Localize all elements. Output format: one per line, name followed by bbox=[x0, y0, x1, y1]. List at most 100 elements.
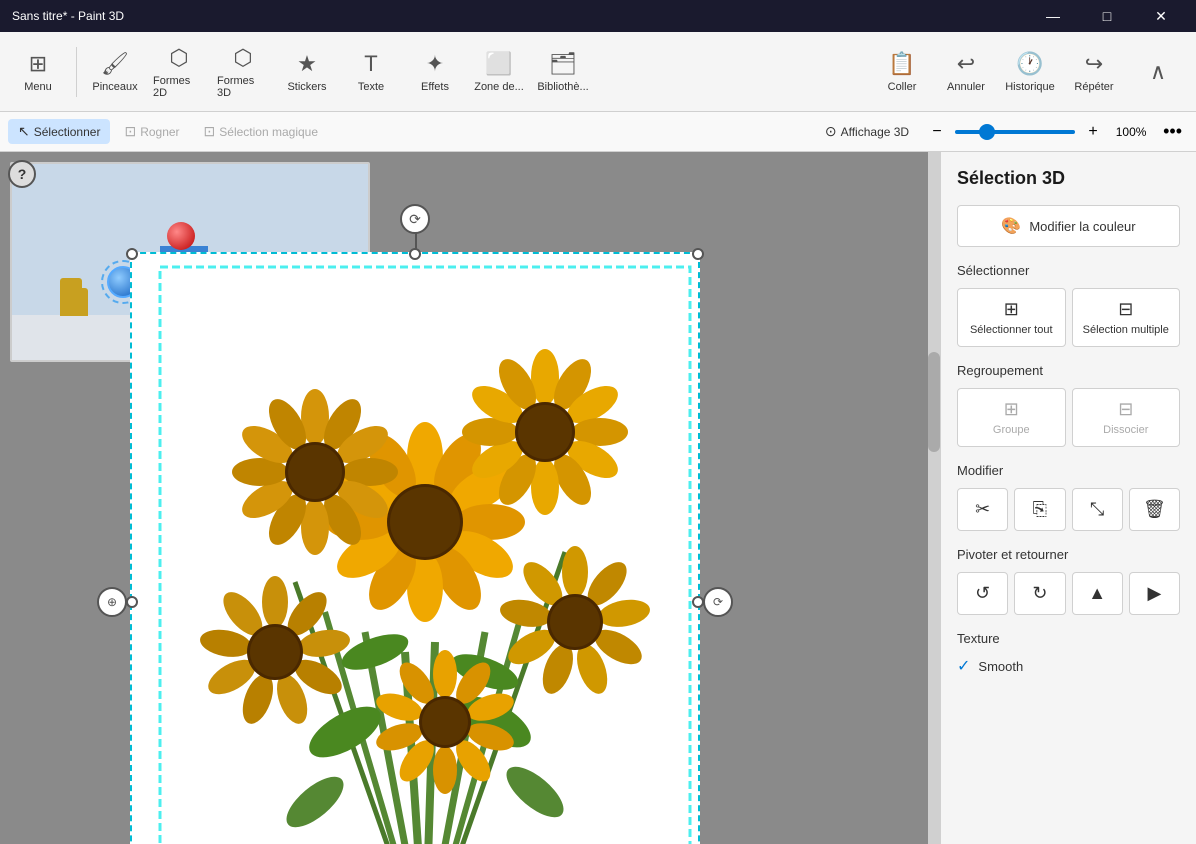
flip-vertical-button[interactable]: ▲ bbox=[1072, 572, 1123, 615]
stickers-icon: ★ bbox=[297, 51, 317, 77]
toolbar-right: 📋 Coller ↩ Annuler 🕐 Historique ↪ Répéte… bbox=[872, 37, 1188, 107]
undo-button[interactable]: ↩ Annuler bbox=[936, 37, 996, 107]
view3d-icon: ⊙ bbox=[825, 123, 837, 140]
view3d-button[interactable]: ⊙ Affichage 3D bbox=[815, 119, 919, 144]
zoom-out-button[interactable]: − bbox=[925, 120, 949, 144]
flip-vertical-icon: ▲ bbox=[1088, 583, 1106, 604]
move-handle-right[interactable]: ⟳ bbox=[703, 587, 733, 617]
scrollbar-right[interactable] bbox=[928, 152, 940, 844]
titlebar: Sans titre* - Paint 3D — □ ✕ bbox=[0, 0, 1196, 32]
color-wheel-icon: 🎨 bbox=[1001, 216, 1021, 236]
toolbar-divider-1 bbox=[76, 47, 77, 97]
close-button[interactable]: ✕ bbox=[1138, 0, 1184, 32]
right-panel: Sélection 3D 🎨 Modifier la couleur Sélec… bbox=[940, 152, 1196, 844]
zoom-slider[interactable] bbox=[955, 130, 1075, 134]
zoom-value: 100% bbox=[1111, 125, 1151, 139]
pivot-icons: ↺ ↻ ▲ ▶ bbox=[957, 572, 1180, 615]
rotate-handle[interactable]: ⟳ bbox=[400, 204, 430, 234]
flip-horizontal-button[interactable]: ▶ bbox=[1129, 572, 1180, 615]
checkmark-icon: ✓ bbox=[957, 656, 970, 676]
move-handle-left[interactable]: ⊕ bbox=[97, 587, 127, 617]
resize-button[interactable]: ⤡ bbox=[1072, 488, 1123, 531]
trash-icon: 🗑 bbox=[1143, 499, 1166, 520]
panel-title: Sélection 3D bbox=[957, 168, 1180, 189]
select-section-title: Sélectionner bbox=[957, 263, 1180, 278]
maximize-button[interactable]: □ bbox=[1084, 0, 1130, 32]
copy-button[interactable]: ⎘ bbox=[1014, 488, 1065, 531]
flower-image bbox=[145, 252, 705, 844]
group-grid: ⊞ Groupe ⊟ Dissocier bbox=[957, 388, 1180, 447]
undo-icon: ↩ bbox=[957, 51, 975, 77]
zone-button[interactable]: ⬜ Zone de... bbox=[469, 37, 529, 107]
titlebar-controls: — □ ✕ bbox=[1030, 0, 1184, 32]
brushes-button[interactable]: 🖌 Pinceaux bbox=[85, 37, 145, 107]
multi-select-icon: ⊟ bbox=[1118, 299, 1133, 320]
rotate-left-button[interactable]: ↺ bbox=[957, 572, 1008, 615]
shapes2d-button[interactable]: ⬡ Formes 2D bbox=[149, 37, 209, 107]
collapse-button[interactable]: ∧ bbox=[1128, 37, 1188, 107]
delete-button[interactable]: 🗑 bbox=[1129, 488, 1180, 531]
cut-button[interactable]: ✂ bbox=[957, 488, 1008, 531]
texture-section-title: Texture bbox=[957, 631, 1180, 646]
scissors-icon: ✂ bbox=[975, 499, 990, 520]
multi-select-button[interactable]: ⊟ Sélection multiple bbox=[1072, 288, 1181, 347]
zoom-controls: ⊙ Affichage 3D − + 100% ••• bbox=[815, 119, 1188, 144]
paste-button[interactable]: 📋 Coller bbox=[872, 37, 932, 107]
menu-button[interactable]: ⊞ Menu bbox=[8, 37, 68, 107]
smooth-texture-row: ✓ Smooth bbox=[957, 656, 1180, 676]
crop-icon: ⊡ bbox=[124, 123, 136, 140]
zone-icon: ⬜ bbox=[485, 51, 512, 77]
canvas-area[interactable]: ? ❊ bbox=[0, 152, 940, 844]
select-grid: ⊞ Sélectionner tout ⊟ Sélection multiple bbox=[957, 288, 1180, 347]
library-button[interactable]: 🗂 Bibliothè... bbox=[533, 37, 593, 107]
rotate-left-icon: ↺ bbox=[975, 583, 990, 604]
shapes3d-icon: ⬡ bbox=[233, 45, 252, 71]
zoom-in-button[interactable]: + bbox=[1081, 120, 1105, 144]
thumb-cylinder2 bbox=[70, 288, 88, 316]
pivot-section-title: Pivoter et retourner bbox=[957, 547, 1180, 562]
select-button[interactable]: ↖ Sélectionner bbox=[8, 119, 110, 144]
help-button[interactable]: ? bbox=[8, 160, 36, 188]
dissociate-icon: ⊟ bbox=[1118, 399, 1133, 420]
group-section-title: Regroupement bbox=[957, 363, 1180, 378]
select-all-icon: ⊞ bbox=[1004, 299, 1019, 320]
shapes3d-button[interactable]: ⬡ Formes 3D bbox=[213, 37, 273, 107]
effects-button[interactable]: ✦ Effets bbox=[405, 37, 465, 107]
group-icon: ⊞ bbox=[1004, 399, 1019, 420]
redo-icon: ↪ bbox=[1085, 51, 1103, 77]
shapes2d-icon: ⬡ bbox=[169, 45, 188, 71]
collapse-icon: ∧ bbox=[1150, 59, 1166, 85]
rotate-line bbox=[415, 232, 417, 254]
main-toolbar: ⊞ Menu 🖌 Pinceaux ⬡ Formes 2D ⬡ Formes 3… bbox=[0, 32, 1196, 112]
brushes-icon: 🖌 bbox=[101, 51, 129, 77]
more-button[interactable]: ••• bbox=[1157, 119, 1188, 144]
cursor-icon: ↖ bbox=[18, 123, 30, 140]
crop-button[interactable]: ⊡ Rogner bbox=[114, 119, 189, 144]
text-button[interactable]: T Texte bbox=[341, 37, 401, 107]
scrollbar-thumb[interactable] bbox=[928, 352, 940, 452]
modify-section-title: Modifier bbox=[957, 463, 1180, 478]
redo-button[interactable]: ↪ Répéter bbox=[1064, 37, 1124, 107]
thumb-red-sphere bbox=[167, 222, 195, 250]
modify-icons: ✂ ⎘ ⤡ 🗑 bbox=[957, 488, 1180, 531]
magic-select-icon: ⊡ bbox=[204, 123, 216, 140]
text-icon: T bbox=[364, 51, 377, 77]
menu-icon: ⊞ bbox=[29, 51, 47, 77]
magic-select-button[interactable]: ⊡ Sélection magique bbox=[194, 119, 328, 144]
secondary-toolbar: ↖ Sélectionner ⊡ Rogner ⊡ Sélection magi… bbox=[0, 112, 1196, 152]
titlebar-title: Sans titre* - Paint 3D bbox=[12, 9, 124, 23]
rotate-right-button[interactable]: ↻ bbox=[1014, 572, 1065, 615]
modify-color-button[interactable]: 🎨 Modifier la couleur bbox=[957, 205, 1180, 247]
history-button[interactable]: 🕐 Historique bbox=[1000, 37, 1060, 107]
library-icon: 🗂 bbox=[549, 51, 577, 77]
copy-icon: ⎘ bbox=[1033, 499, 1047, 520]
dissociate-button[interactable]: ⊟ Dissocier bbox=[1072, 388, 1181, 447]
effects-icon: ✦ bbox=[426, 51, 444, 77]
smooth-label: Smooth bbox=[978, 659, 1023, 674]
select-all-button[interactable]: ⊞ Sélectionner tout bbox=[957, 288, 1066, 347]
minimize-button[interactable]: — bbox=[1030, 0, 1076, 32]
group-button[interactable]: ⊞ Groupe bbox=[957, 388, 1066, 447]
main-area: ? ❊ bbox=[0, 152, 1196, 844]
stickers-button[interactable]: ★ Stickers bbox=[277, 37, 337, 107]
history-icon: 🕐 bbox=[1016, 51, 1043, 77]
